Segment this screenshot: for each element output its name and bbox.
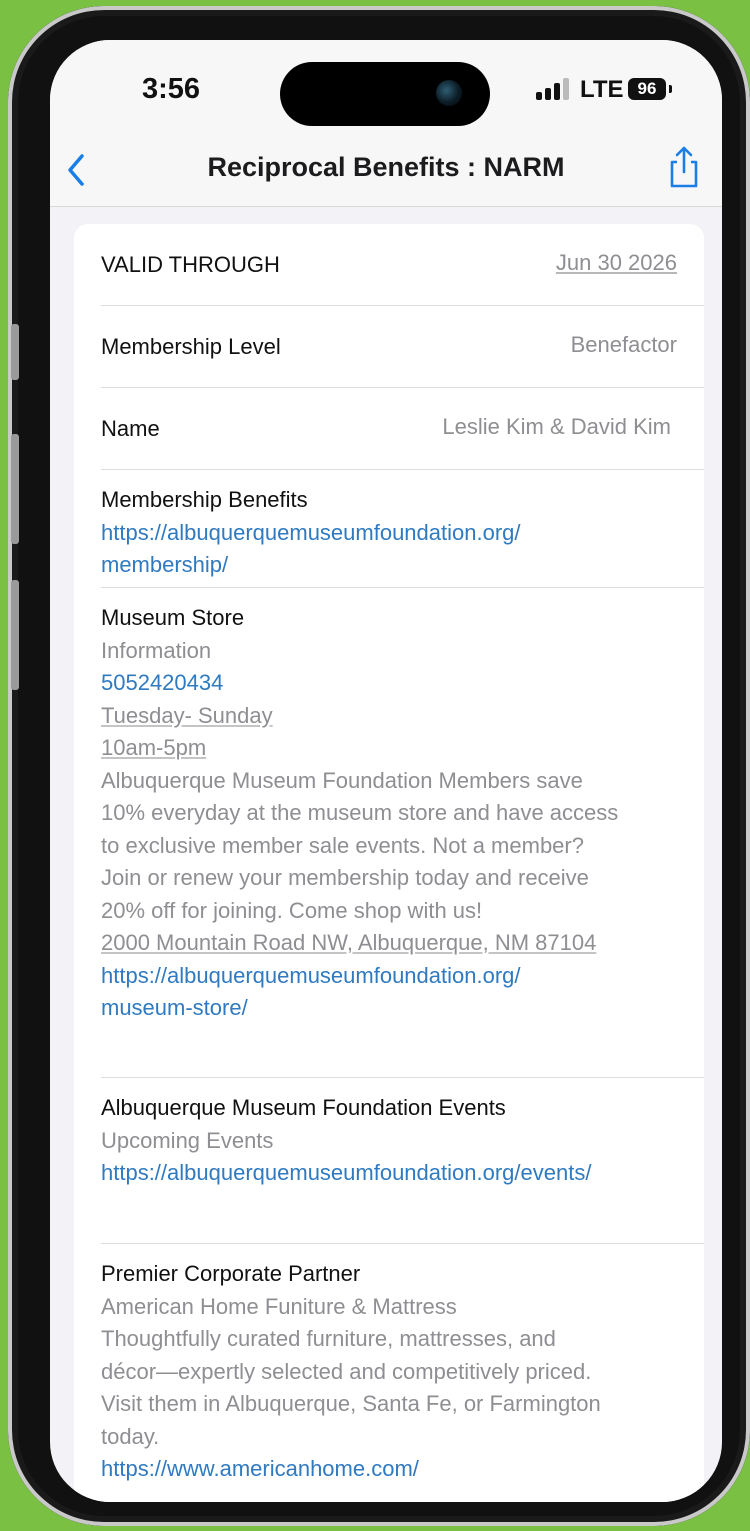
row-name: Name Leslie Kim & David Kim (101, 388, 704, 470)
row-valid-through: VALID THROUGH Jun 30 2026 (101, 224, 704, 306)
section-events: Albuquerque Museum Foundation Events Upc… (101, 1078, 704, 1244)
membership-level-value: Benefactor (570, 332, 677, 357)
museum-store-description-line: to exclusive member sale events. Not a m… (101, 832, 584, 858)
museum-store-address-link[interactable]: 2000 Mountain Road NW, Albuquerque, NM 8… (101, 930, 596, 955)
partner-name: American Home Funiture & Mattress (101, 1293, 457, 1319)
partner-description-line: décor—expertly selected and competitivel… (101, 1358, 592, 1384)
section-corporate-partner: Premier Corporate Partner American Home … (101, 1244, 704, 1486)
membership-benefits-link-continued[interactable]: membership/ (101, 549, 704, 582)
membership-level-label: Membership Level (101, 334, 281, 359)
page-title: Reciprocal Benefits : NARM (207, 152, 565, 182)
network-label: LTE (580, 76, 624, 103)
status-time: 3:56 (142, 73, 201, 105)
museum-store-info-label: Information (101, 637, 212, 663)
partner-description-line: Thoughtfully curated furniture, mattress… (101, 1326, 556, 1351)
valid-through-label: VALID THROUGH (101, 252, 280, 277)
signal-icon (536, 78, 572, 100)
museum-store-phone-link[interactable]: 5052420434 (101, 667, 704, 700)
share-icon[interactable] (664, 142, 704, 190)
partner-description-line: today. (101, 1423, 160, 1449)
events-link[interactable]: https://albuquerquemuseumfoundation.org/… (101, 1157, 704, 1190)
section-museum-store: Museum Store Information 5052420434 Tues… (101, 588, 704, 1078)
battery-tip (669, 85, 672, 93)
museum-store-hours[interactable]: 10am-5pm (101, 735, 206, 760)
section-membership-benefits: Membership Benefits https://albuquerquem… (101, 470, 704, 588)
museum-store-link-continued[interactable]: museum-store/ (101, 992, 704, 1025)
valid-through-value[interactable]: Jun 30 2026 (556, 250, 677, 276)
membership-benefits-link[interactable]: https://albuquerquemuseumfoundation.org/ (101, 517, 704, 550)
dynamic-island (280, 62, 490, 126)
pass-details-card: VALID THROUGH Jun 30 2026 Membership Lev… (74, 224, 704, 1502)
partner-link[interactable]: https://www.americanhome.com/ (101, 1453, 704, 1486)
museum-store-description-line: 20% off for joining. Come shop with us! (101, 897, 483, 923)
name-label: Name (101, 416, 160, 441)
navigation-bar: Reciprocal Benefits : NARM (50, 140, 722, 207)
museum-store-heading: Museum Store (101, 605, 245, 630)
row-membership-level: Membership Level Benefactor (101, 306, 704, 388)
museum-store-link[interactable]: https://albuquerquemuseumfoundation.org/ (101, 960, 704, 993)
volume-up-button (11, 434, 19, 544)
events-heading: Albuquerque Museum Foundation Events (101, 1095, 506, 1120)
status-bar: 3:56 LTE 96 (50, 40, 722, 140)
membership-benefits-heading: Membership Benefits (101, 487, 308, 512)
museum-store-description-line: Join or renew your membership today and … (101, 865, 589, 890)
museum-store-description-line: 10% everyday at the museum store and hav… (101, 800, 619, 825)
museum-store-description-line: Albuquerque Museum Foundation Members sa… (101, 767, 583, 793)
events-subtitle: Upcoming Events (101, 1127, 274, 1153)
name-value: Leslie Kim & David Kim (442, 414, 671, 439)
partner-description-line: Visit them in Albuquerque, Santa Fe, or … (101, 1391, 601, 1416)
volume-down-button (11, 580, 19, 690)
battery-icon: 96 (628, 78, 666, 100)
camera-icon (436, 80, 462, 106)
museum-store-days[interactable]: Tuesday- Sunday (101, 703, 273, 728)
partner-heading: Premier Corporate Partner (101, 1261, 361, 1286)
screen: 3:56 LTE 96 Reciprocal Benefits : NARM V… (50, 40, 722, 1502)
silent-switch (11, 324, 19, 380)
